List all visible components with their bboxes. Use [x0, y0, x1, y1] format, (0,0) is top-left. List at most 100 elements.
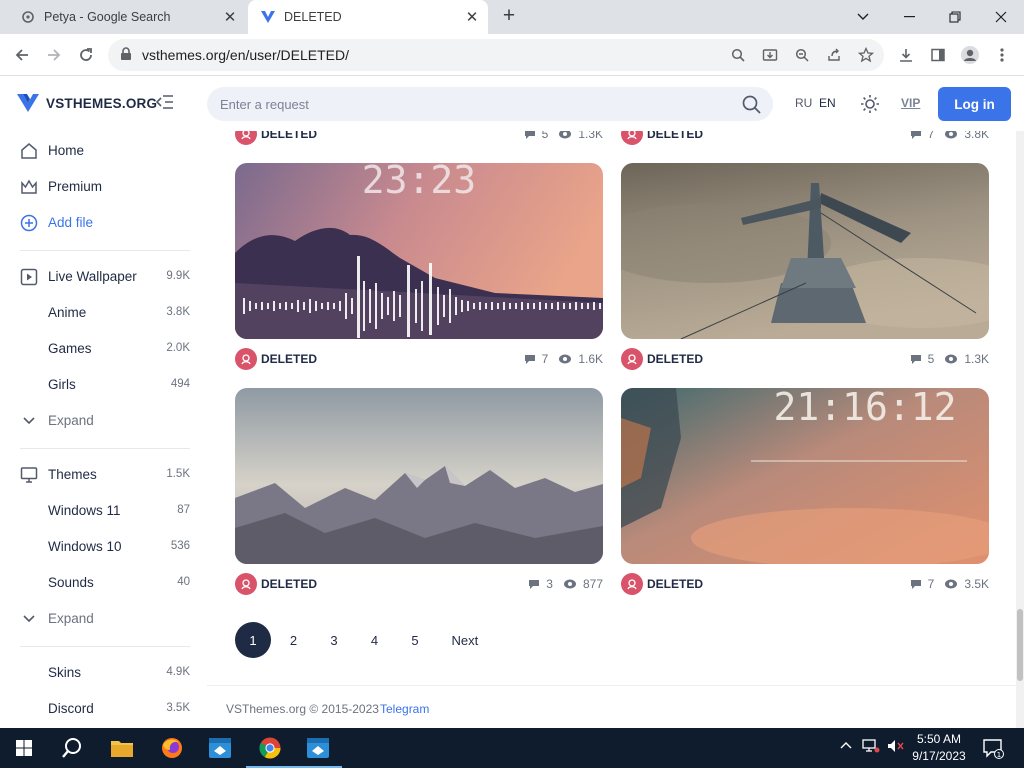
notification-center-icon[interactable]: 1	[982, 737, 1004, 762]
sidebar-expand-live-wallpaper[interactable]: Expand	[0, 402, 207, 438]
lang-en[interactable]: EN	[819, 96, 836, 110]
downloads-icon[interactable]	[894, 43, 918, 67]
comment-count: 5	[927, 352, 935, 366]
author-name[interactable]: DELETED	[261, 352, 317, 366]
sidebar-item-skins[interactable]: Skins 4.9K	[0, 654, 207, 690]
address-bar[interactable]: vsthemes.org/en/user/DELETED/	[108, 39, 884, 71]
new-tab-button[interactable]: +	[498, 5, 520, 28]
sidebar-item-home[interactable]: Home	[0, 132, 207, 168]
sidebar-item-windows-10[interactable]: Windows 10 536	[0, 528, 207, 564]
sidebar-item-themes[interactable]: Themes 1.5K	[0, 456, 207, 492]
app-window-icon[interactable]	[196, 728, 244, 768]
wallpaper-thumbnail[interactable]	[621, 163, 989, 339]
sidebar: Home Premium Add file Live Wallpaper 9.9…	[0, 131, 207, 728]
login-button[interactable]: Log in	[938, 87, 1011, 121]
sidebar-item-add-file[interactable]: Add file	[0, 204, 207, 240]
sidebar-item-label: Skins	[48, 665, 82, 680]
sidebar-item-premium[interactable]: Premium	[0, 168, 207, 204]
page-1-button[interactable]: 1	[235, 622, 271, 658]
profile-avatar-icon[interactable]	[958, 43, 982, 67]
vip-link[interactable]: VIP	[901, 96, 920, 110]
author-avatar-icon[interactable]	[621, 131, 643, 145]
wallpaper-thumbnail[interactable]: 21:16:12	[621, 388, 989, 564]
close-window-button[interactable]	[978, 0, 1024, 34]
card-meta: DELETED 3 877	[235, 572, 603, 596]
minimize-button[interactable]	[886, 0, 932, 34]
tab-google-search[interactable]: Petya - Google Search ✕	[8, 0, 246, 34]
site-footer: VSThemes.org © 2015-2023 Telegram	[207, 685, 1017, 728]
app-window-icon-2[interactable]	[294, 728, 342, 768]
author-avatar-icon[interactable]	[235, 348, 257, 370]
site-search-input[interactable]: Enter a request	[207, 87, 773, 121]
page-2-button[interactable]: 2	[276, 622, 312, 658]
author-name[interactable]: DELETED	[647, 352, 703, 366]
google-favicon-icon	[20, 9, 36, 25]
taskbar-search-icon[interactable]	[48, 728, 96, 768]
menu-kebab-icon[interactable]	[990, 43, 1014, 67]
search-icon[interactable]	[742, 95, 761, 119]
file-explorer-icon[interactable]	[98, 728, 146, 768]
chrome-taskbar-icon[interactable]	[246, 728, 294, 768]
next-page-button[interactable]: Next	[438, 622, 493, 658]
restore-button[interactable]	[932, 0, 978, 34]
author-avatar-icon[interactable]	[621, 573, 643, 595]
view-count: 877	[582, 577, 603, 591]
page-3-button[interactable]: 3	[316, 622, 352, 658]
sidebar-item-discord[interactable]: Discord 3.5K	[0, 690, 207, 726]
author-avatar-icon[interactable]	[621, 348, 643, 370]
network-icon[interactable]	[862, 738, 880, 757]
clock-time: 5:50 AM	[916, 732, 962, 746]
sidebar-expand-themes[interactable]: Expand	[0, 600, 207, 636]
tab-search-chevron-icon[interactable]	[840, 0, 886, 34]
page-5-button[interactable]: 5	[397, 622, 433, 658]
bookmark-star-icon[interactable]	[856, 45, 876, 65]
author-name[interactable]: DELETED	[647, 577, 703, 591]
site-logo[interactable]: VSTHEMES.ORG	[16, 93, 157, 113]
forward-arrow-icon[interactable]	[42, 43, 66, 67]
sidebar-item-anime[interactable]: Anime 3.8K	[0, 294, 207, 330]
firefox-icon[interactable]	[148, 728, 196, 768]
author-name[interactable]: DELETED	[261, 131, 317, 141]
sidebar-item-live-wallpaper[interactable]: Live Wallpaper 9.9K	[0, 258, 207, 294]
view-count: 1.3K	[964, 352, 989, 366]
telegram-link[interactable]: Telegram	[380, 702, 429, 716]
lang-ru[interactable]: RU	[795, 96, 812, 110]
card-meta: DELETED 7 1.6K	[235, 347, 603, 371]
page-4-button[interactable]: 4	[357, 622, 393, 658]
author-avatar-icon[interactable]	[235, 573, 257, 595]
wallpaper-thumbnail[interactable]	[235, 388, 603, 564]
tab-close-icon[interactable]: ✕	[220, 7, 240, 27]
author-name[interactable]: DELETED	[261, 577, 317, 591]
share-icon[interactable]	[824, 45, 844, 65]
notification-count: 1	[997, 751, 1001, 759]
volume-muted-icon[interactable]	[886, 738, 904, 757]
sidebar-item-windows-11[interactable]: Windows 11 87	[0, 492, 207, 528]
tab-close-icon[interactable]: ✕	[462, 7, 482, 27]
show-hidden-icons-chevron-icon[interactable]	[840, 738, 852, 752]
taskbar-clock[interactable]: 5:50 AM 9/17/2023	[908, 731, 970, 765]
vsthemes-logo-icon	[17, 94, 39, 112]
sidebar-item-count: 494	[170, 378, 190, 390]
sidebar-item-girls[interactable]: Girls 494	[0, 366, 207, 402]
scrollbar-thumb[interactable]	[1017, 609, 1023, 681]
card-meta: DELETED 5 1.3K	[621, 347, 989, 371]
start-windows-icon[interactable]	[0, 728, 48, 768]
zoom-out-icon[interactable]	[792, 45, 812, 65]
sidebar-item-count: 3.5K	[166, 702, 190, 714]
side-panel-icon[interactable]	[926, 43, 950, 67]
sidebar-item-games[interactable]: Games 2.0K	[0, 330, 207, 366]
sidebar-item-label: Sounds	[48, 575, 94, 590]
collapse-sidebar-icon[interactable]	[155, 94, 174, 115]
author-name[interactable]: DELETED	[647, 131, 703, 141]
author-avatar-icon[interactable]	[235, 131, 257, 145]
install-app-icon[interactable]	[760, 45, 780, 65]
comment-count: 5	[541, 131, 549, 141]
theme-toggle-sun-icon[interactable]	[860, 94, 880, 119]
wallpaper-thumbnail[interactable]: 23:23	[235, 163, 603, 339]
clock-text: 23:23	[362, 163, 476, 202]
tab-deleted[interactable]: DELETED ✕	[248, 0, 488, 34]
back-arrow-icon[interactable]	[10, 43, 34, 67]
reload-icon[interactable]	[74, 43, 98, 67]
sidebar-item-sounds[interactable]: Sounds 40	[0, 564, 207, 600]
search-icon[interactable]	[728, 45, 748, 65]
